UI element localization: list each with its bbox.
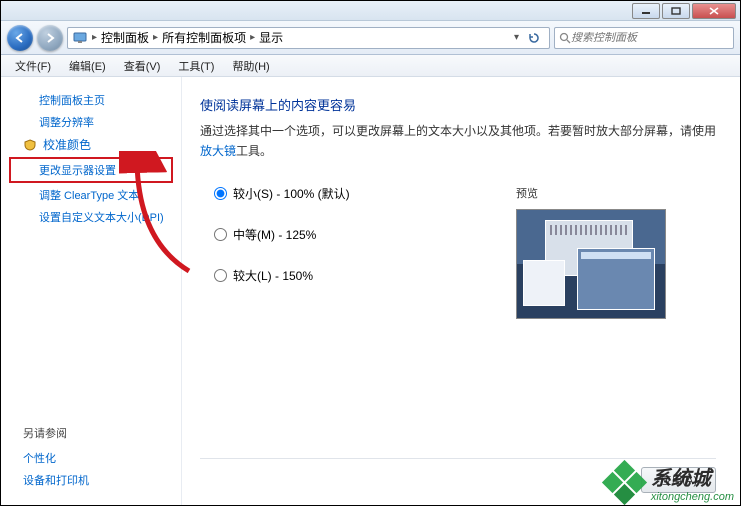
radio-medium[interactable] (214, 228, 227, 241)
search-box[interactable] (554, 27, 734, 49)
window-titlebar (1, 1, 740, 21)
preview-image (516, 209, 666, 319)
chevron-right-icon: ▸ (153, 32, 158, 43)
watermark-logo-icon (605, 463, 645, 503)
sidebar-item-label: 校准颜色 (43, 136, 91, 153)
watermark: 系统城 xitongcheng.com (605, 462, 734, 503)
radio-small[interactable] (214, 187, 227, 200)
shield-icon (23, 138, 37, 152)
see-also-label: 另请参阅 (23, 425, 159, 441)
page-description: 通过选择其中一个选项，可以更改屏幕上的文本大小以及其他项。若要暂时放大部分屏幕，… (200, 122, 716, 161)
window-buttons (630, 3, 736, 19)
sidebar-link-resolution[interactable]: 调整分辨率 (1, 111, 181, 133)
size-options: 较小(S) - 100% (默认) 中等(M) - 125% 较大(L) - 1… (200, 185, 516, 308)
menu-view[interactable]: 查看(V) (116, 56, 169, 76)
sidebar-link-dpi[interactable]: 设置自定义文本大小(DPI) (1, 206, 181, 228)
close-button[interactable] (692, 3, 736, 19)
menu-file[interactable]: 文件(F) (7, 56, 59, 76)
menu-edit[interactable]: 编辑(E) (61, 56, 114, 76)
radio-large[interactable] (214, 269, 227, 282)
sidebar-link-calibrate[interactable]: 校准颜色 (1, 133, 181, 156)
radio-large-label[interactable]: 较大(L) - 150% (233, 267, 313, 284)
menu-bar: 文件(F) 编辑(E) 查看(V) 工具(T) 帮助(H) (1, 55, 740, 77)
content-panel: 使阅读屏幕上的内容更容易 通过选择其中一个选项，可以更改屏幕上的文本大小以及其他… (181, 77, 740, 505)
main-area: ? 控制面板主页 调整分辨率 校准颜色 更改显示器设置 调整 ClearType… (1, 77, 740, 505)
navigation-bar: ▸ 控制面板 ▸ 所有控制面板项 ▸ 显示 ▾ (1, 21, 740, 55)
breadcrumb[interactable]: 控制面板 (101, 29, 149, 46)
magnifier-link[interactable]: 放大镜 (200, 144, 236, 158)
sidebar-link-devices[interactable]: 设备和打印机 (23, 469, 159, 491)
breadcrumb[interactable]: 显示 (259, 29, 283, 46)
page-heading: 使阅读屏幕上的内容更容易 (200, 95, 716, 114)
chevron-right-icon: ▸ (92, 32, 97, 43)
maximize-button[interactable] (662, 3, 690, 19)
watermark-brand: 系统城 (651, 462, 734, 491)
refresh-button[interactable] (523, 32, 545, 44)
radio-small-label[interactable]: 较小(S) - 100% (默认) (233, 185, 350, 202)
breadcrumb[interactable]: 所有控制面板项 (162, 29, 246, 46)
sidebar-link-home[interactable]: 控制面板主页 (1, 89, 181, 111)
sidebar-link-personalize[interactable]: 个性化 (23, 447, 159, 469)
search-input[interactable] (571, 32, 729, 44)
sidebar: 控制面板主页 调整分辨率 校准颜色 更改显示器设置 调整 ClearType 文… (1, 77, 181, 505)
search-icon (559, 32, 571, 44)
menu-tools[interactable]: 工具(T) (170, 56, 222, 76)
sidebar-footer: 另请参阅 个性化 设备和打印机 (1, 419, 181, 505)
chevron-right-icon: ▸ (250, 32, 255, 43)
monitor-icon (72, 30, 88, 46)
sidebar-link-change-display[interactable]: 更改显示器设置 (9, 157, 173, 183)
radio-medium-label[interactable]: 中等(M) - 125% (233, 226, 316, 243)
address-bar[interactable]: ▸ 控制面板 ▸ 所有控制面板项 ▸ 显示 ▾ (67, 27, 550, 49)
preview-label: 预览 (516, 185, 716, 201)
sidebar-link-cleartype[interactable]: 调整 ClearType 文本 (1, 184, 181, 206)
back-button[interactable] (7, 25, 33, 51)
dropdown-icon[interactable]: ▾ (514, 32, 519, 43)
forward-button[interactable] (37, 25, 63, 51)
watermark-url: xitongcheng.com (651, 491, 734, 503)
minimize-button[interactable] (632, 3, 660, 19)
menu-help[interactable]: 帮助(H) (224, 56, 277, 76)
preview-section: 预览 (516, 185, 716, 319)
